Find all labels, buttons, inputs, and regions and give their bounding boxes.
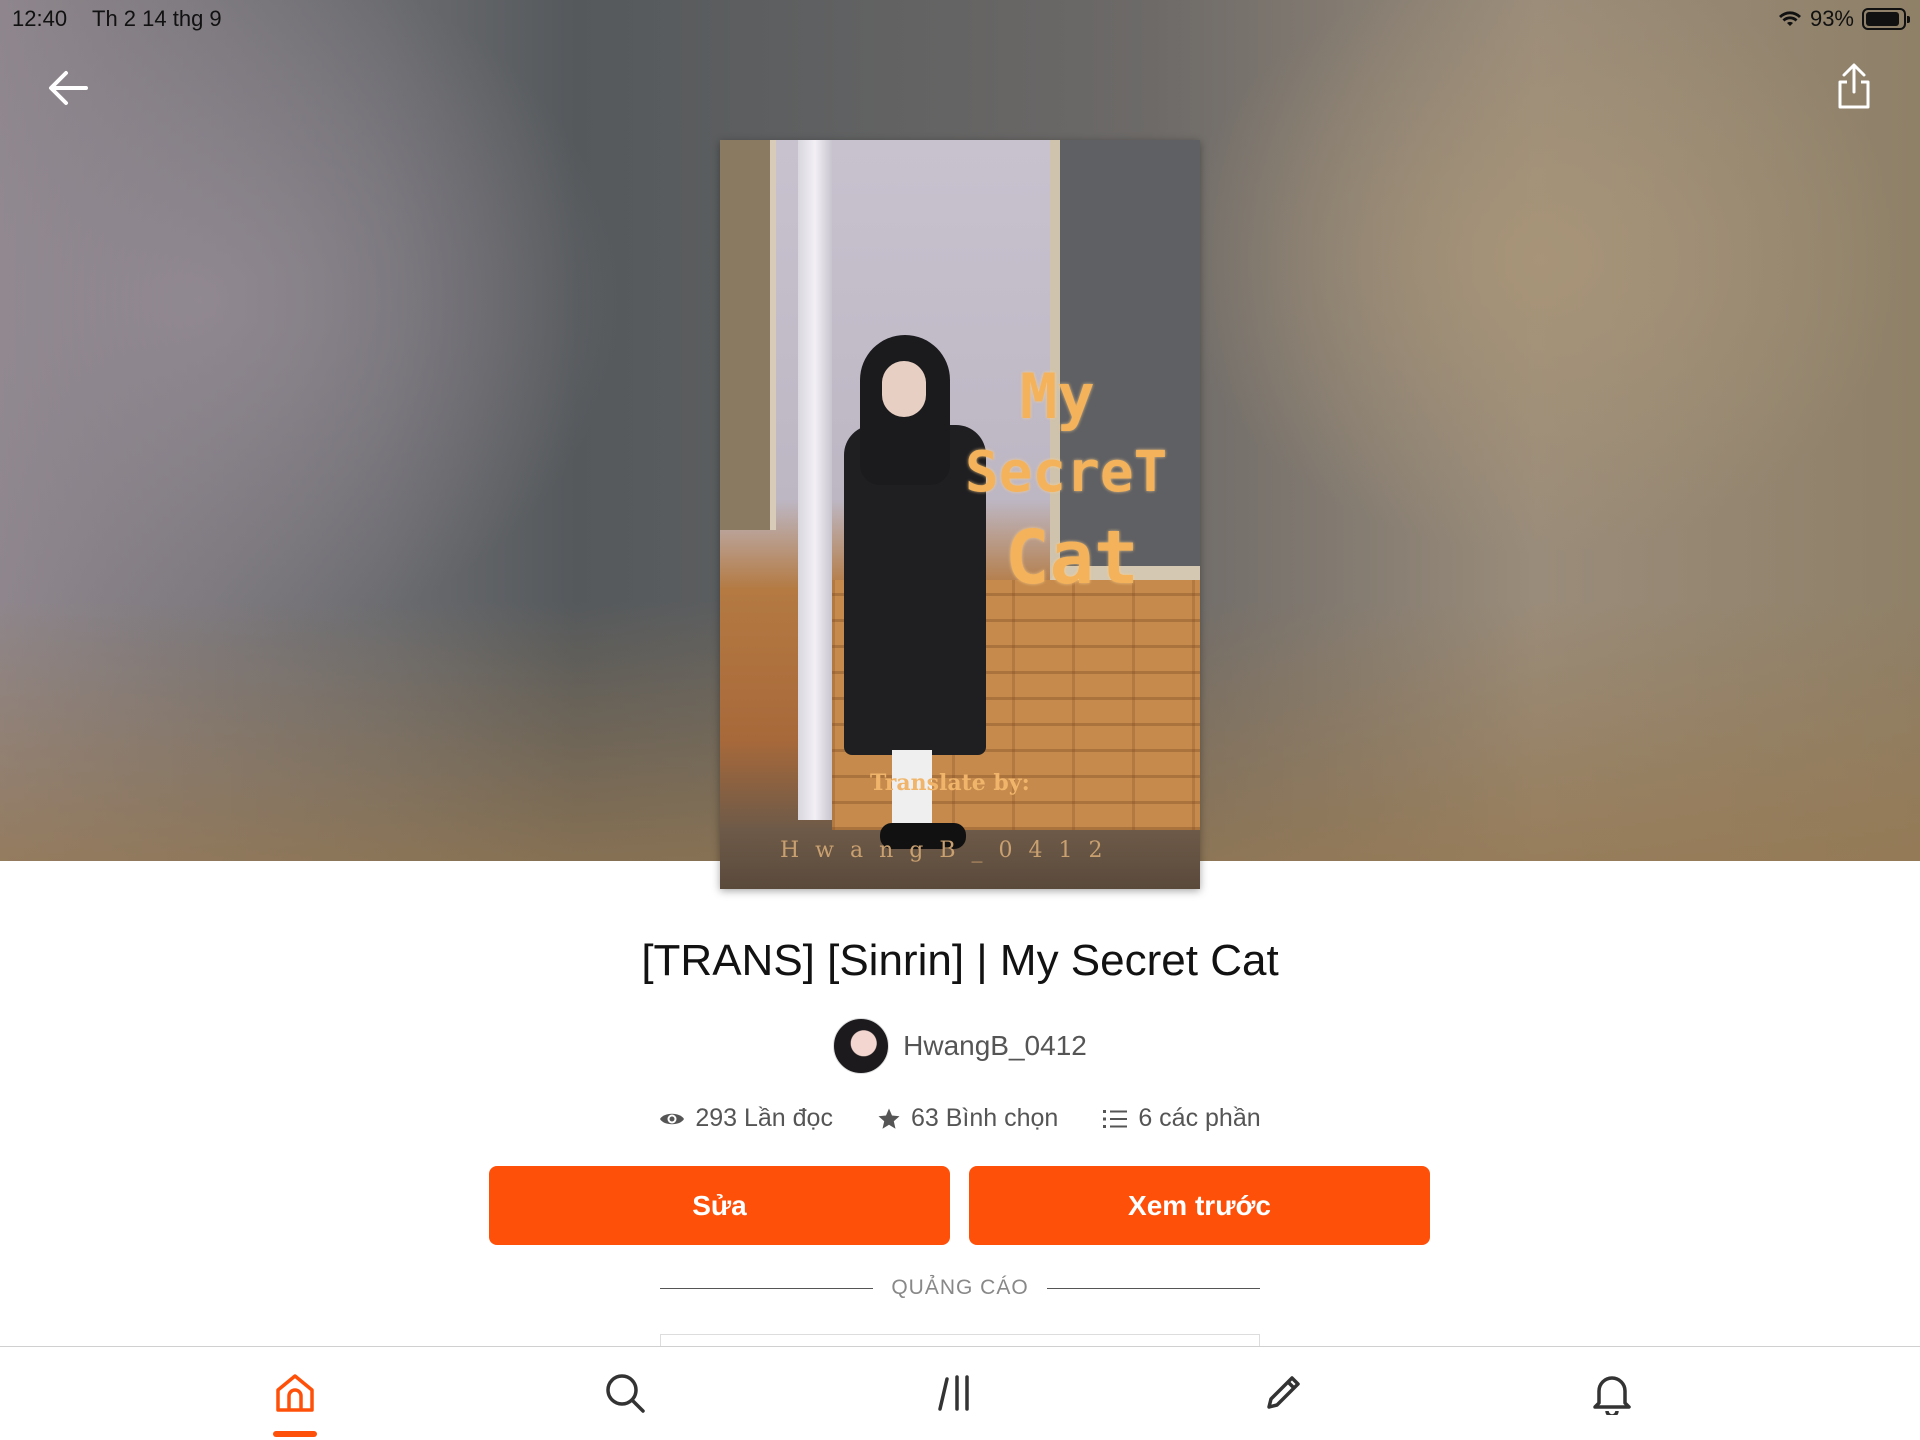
ad-divider: QUẢNG CÁO xyxy=(660,1276,1261,1300)
cover-credit: Translate by: xyxy=(870,770,1030,796)
wifi-icon xyxy=(1778,11,1801,26)
arrow-left-icon xyxy=(49,71,88,105)
stat-reads: 293 Lần đọc xyxy=(659,1104,833,1133)
eye-icon xyxy=(660,1113,685,1124)
cover-window-left xyxy=(720,140,776,530)
ad-line-right xyxy=(1046,1287,1261,1289)
stat-parts: 6 các phần xyxy=(1102,1104,1261,1133)
tab-search[interactable] xyxy=(595,1363,655,1423)
author-name[interactable]: HwangB_0412 xyxy=(903,1030,1087,1062)
pencil-icon xyxy=(1267,1376,1300,1409)
active-tab-indicator xyxy=(273,1431,317,1437)
status-time: 12:40 xyxy=(12,6,68,31)
list-icon xyxy=(1103,1109,1128,1128)
share-icon xyxy=(1838,63,1870,109)
cover-author-watermark: HwangB_0412 xyxy=(780,838,1119,863)
cover-title-line2: SecreT xyxy=(965,440,1168,505)
stat-reads-label: 293 Lần đọc xyxy=(695,1104,833,1132)
tab-library[interactable] xyxy=(927,1363,987,1423)
ad-label: QUẢNG CÁO xyxy=(891,1276,1029,1299)
status-bar: 12:40 Th 2 14 thg 9 93% xyxy=(0,0,1920,36)
tab-notifications[interactable] xyxy=(1582,1363,1642,1423)
edit-button[interactable]: Sửa xyxy=(489,1166,950,1245)
share-button[interactable] xyxy=(1826,56,1882,116)
status-right: 93% xyxy=(1778,6,1910,32)
author-row[interactable]: HwangB_0412 xyxy=(0,1018,1920,1074)
preview-button[interactable]: Xem trước xyxy=(969,1166,1430,1245)
battery-icon xyxy=(1862,8,1910,30)
story-cover-image[interactable]: My SecreT Cat Translate by: HwangB_0412 xyxy=(720,140,1200,889)
search-icon xyxy=(606,1374,645,1413)
cover-title-line1: My xyxy=(1020,360,1095,433)
avatar[interactable] xyxy=(833,1018,890,1074)
tab-write[interactable] xyxy=(1253,1363,1313,1423)
cover-title-line3: Cat xyxy=(1005,515,1139,601)
stat-parts-label: 6 các phần xyxy=(1138,1104,1261,1132)
status-date: Th 2 14 thg 9 xyxy=(92,6,222,31)
bell-icon xyxy=(1593,1376,1631,1415)
back-button[interactable] xyxy=(40,60,96,116)
battery-fill xyxy=(1866,12,1900,26)
library-icon xyxy=(938,1375,969,1411)
star-icon xyxy=(878,1108,900,1129)
cover-pipe xyxy=(798,140,832,820)
ad-line-left xyxy=(660,1287,874,1289)
stat-votes-label: 63 Bình chọn xyxy=(910,1104,1059,1132)
story-title: [TRANS] [Sinrin] | My Secret Cat xyxy=(641,936,1279,985)
tab-bar xyxy=(0,1346,1920,1440)
stats-row: 293 Lần đọc 63 Bình chọn 6 các phần xyxy=(0,1104,1920,1133)
battery-percent: 93% xyxy=(1809,6,1854,31)
home-icon xyxy=(276,1374,314,1412)
tab-home[interactable] xyxy=(265,1363,325,1423)
stat-votes: 63 Bình chọn xyxy=(877,1104,1058,1133)
